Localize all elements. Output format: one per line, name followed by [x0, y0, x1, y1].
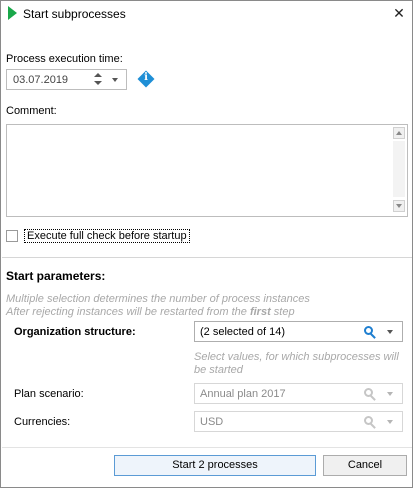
play-icon	[8, 6, 17, 20]
execution-time-label: Process execution time:	[6, 53, 123, 65]
dialog-title: Start subprocesses	[23, 7, 126, 21]
close-button[interactable]: ✕	[390, 4, 408, 22]
scroll-down-icon[interactable]	[393, 200, 405, 212]
start-processes-button[interactable]: Start 2 processes	[114, 455, 316, 476]
execution-date-field[interactable]: 03.07.2019	[6, 69, 127, 90]
section-divider	[2, 257, 412, 258]
multiple-selection-hint: Multiple selection determines the number…	[6, 293, 310, 305]
footer-divider	[2, 447, 412, 448]
search-icon[interactable]	[363, 325, 377, 339]
title-bar: Start subprocesses ✕	[1, 1, 412, 25]
org-structure-combo[interactable]: (2 selected of 14)	[194, 321, 403, 342]
cancel-button[interactable]: Cancel	[323, 455, 407, 476]
org-structure-value[interactable]: (2 selected of 14)	[200, 326, 285, 338]
org-hint-line2: be started	[194, 364, 243, 376]
currencies-combo: USD	[194, 411, 403, 432]
full-check-label[interactable]: Execute full check before startup	[24, 229, 190, 243]
search-icon	[363, 387, 377, 401]
search-icon	[363, 415, 377, 429]
scroll-track[interactable]	[393, 141, 405, 197]
info-icon[interactable]: i	[137, 70, 155, 88]
currencies-label: Currencies:	[14, 416, 71, 428]
plan-scenario-combo: Annual plan 2017	[194, 383, 403, 404]
chevron-down-icon[interactable]	[387, 330, 393, 334]
scroll-up-icon[interactable]	[393, 127, 405, 139]
spin-down-icon[interactable]	[94, 81, 102, 85]
org-structure-label: Organization structure:	[14, 326, 136, 338]
restart-hint-suffix: step	[270, 306, 295, 318]
comment-scrollbar[interactable]	[392, 125, 407, 216]
plan-scenario-value: Annual plan 2017	[200, 388, 286, 400]
start-subprocesses-dialog: Start subprocesses ✕ Process execution t…	[0, 0, 413, 488]
date-spinner[interactable]	[93, 72, 103, 88]
restart-hint: After rejecting instances will be restar…	[6, 306, 295, 318]
start-parameters-title: Start parameters:	[6, 269, 106, 283]
currencies-value: USD	[200, 416, 224, 428]
chevron-down-icon	[387, 420, 393, 424]
restart-hint-prefix: After rejecting instances will be restar…	[6, 306, 250, 318]
full-check-checkbox[interactable]	[6, 230, 18, 242]
plan-scenario-label: Plan scenario:	[14, 388, 84, 400]
date-dropdown-icon[interactable]	[112, 78, 118, 82]
org-hint-line1: Select values, for which subprocesses wi…	[194, 351, 399, 363]
execution-date-value[interactable]: 03.07.2019	[13, 74, 68, 86]
comment-label: Comment:	[6, 105, 57, 117]
chevron-down-icon	[387, 392, 393, 396]
comment-textarea[interactable]	[6, 124, 408, 217]
spin-up-icon[interactable]	[94, 73, 102, 77]
info-glyph: i	[144, 72, 148, 83]
restart-hint-bold: first	[249, 306, 271, 318]
